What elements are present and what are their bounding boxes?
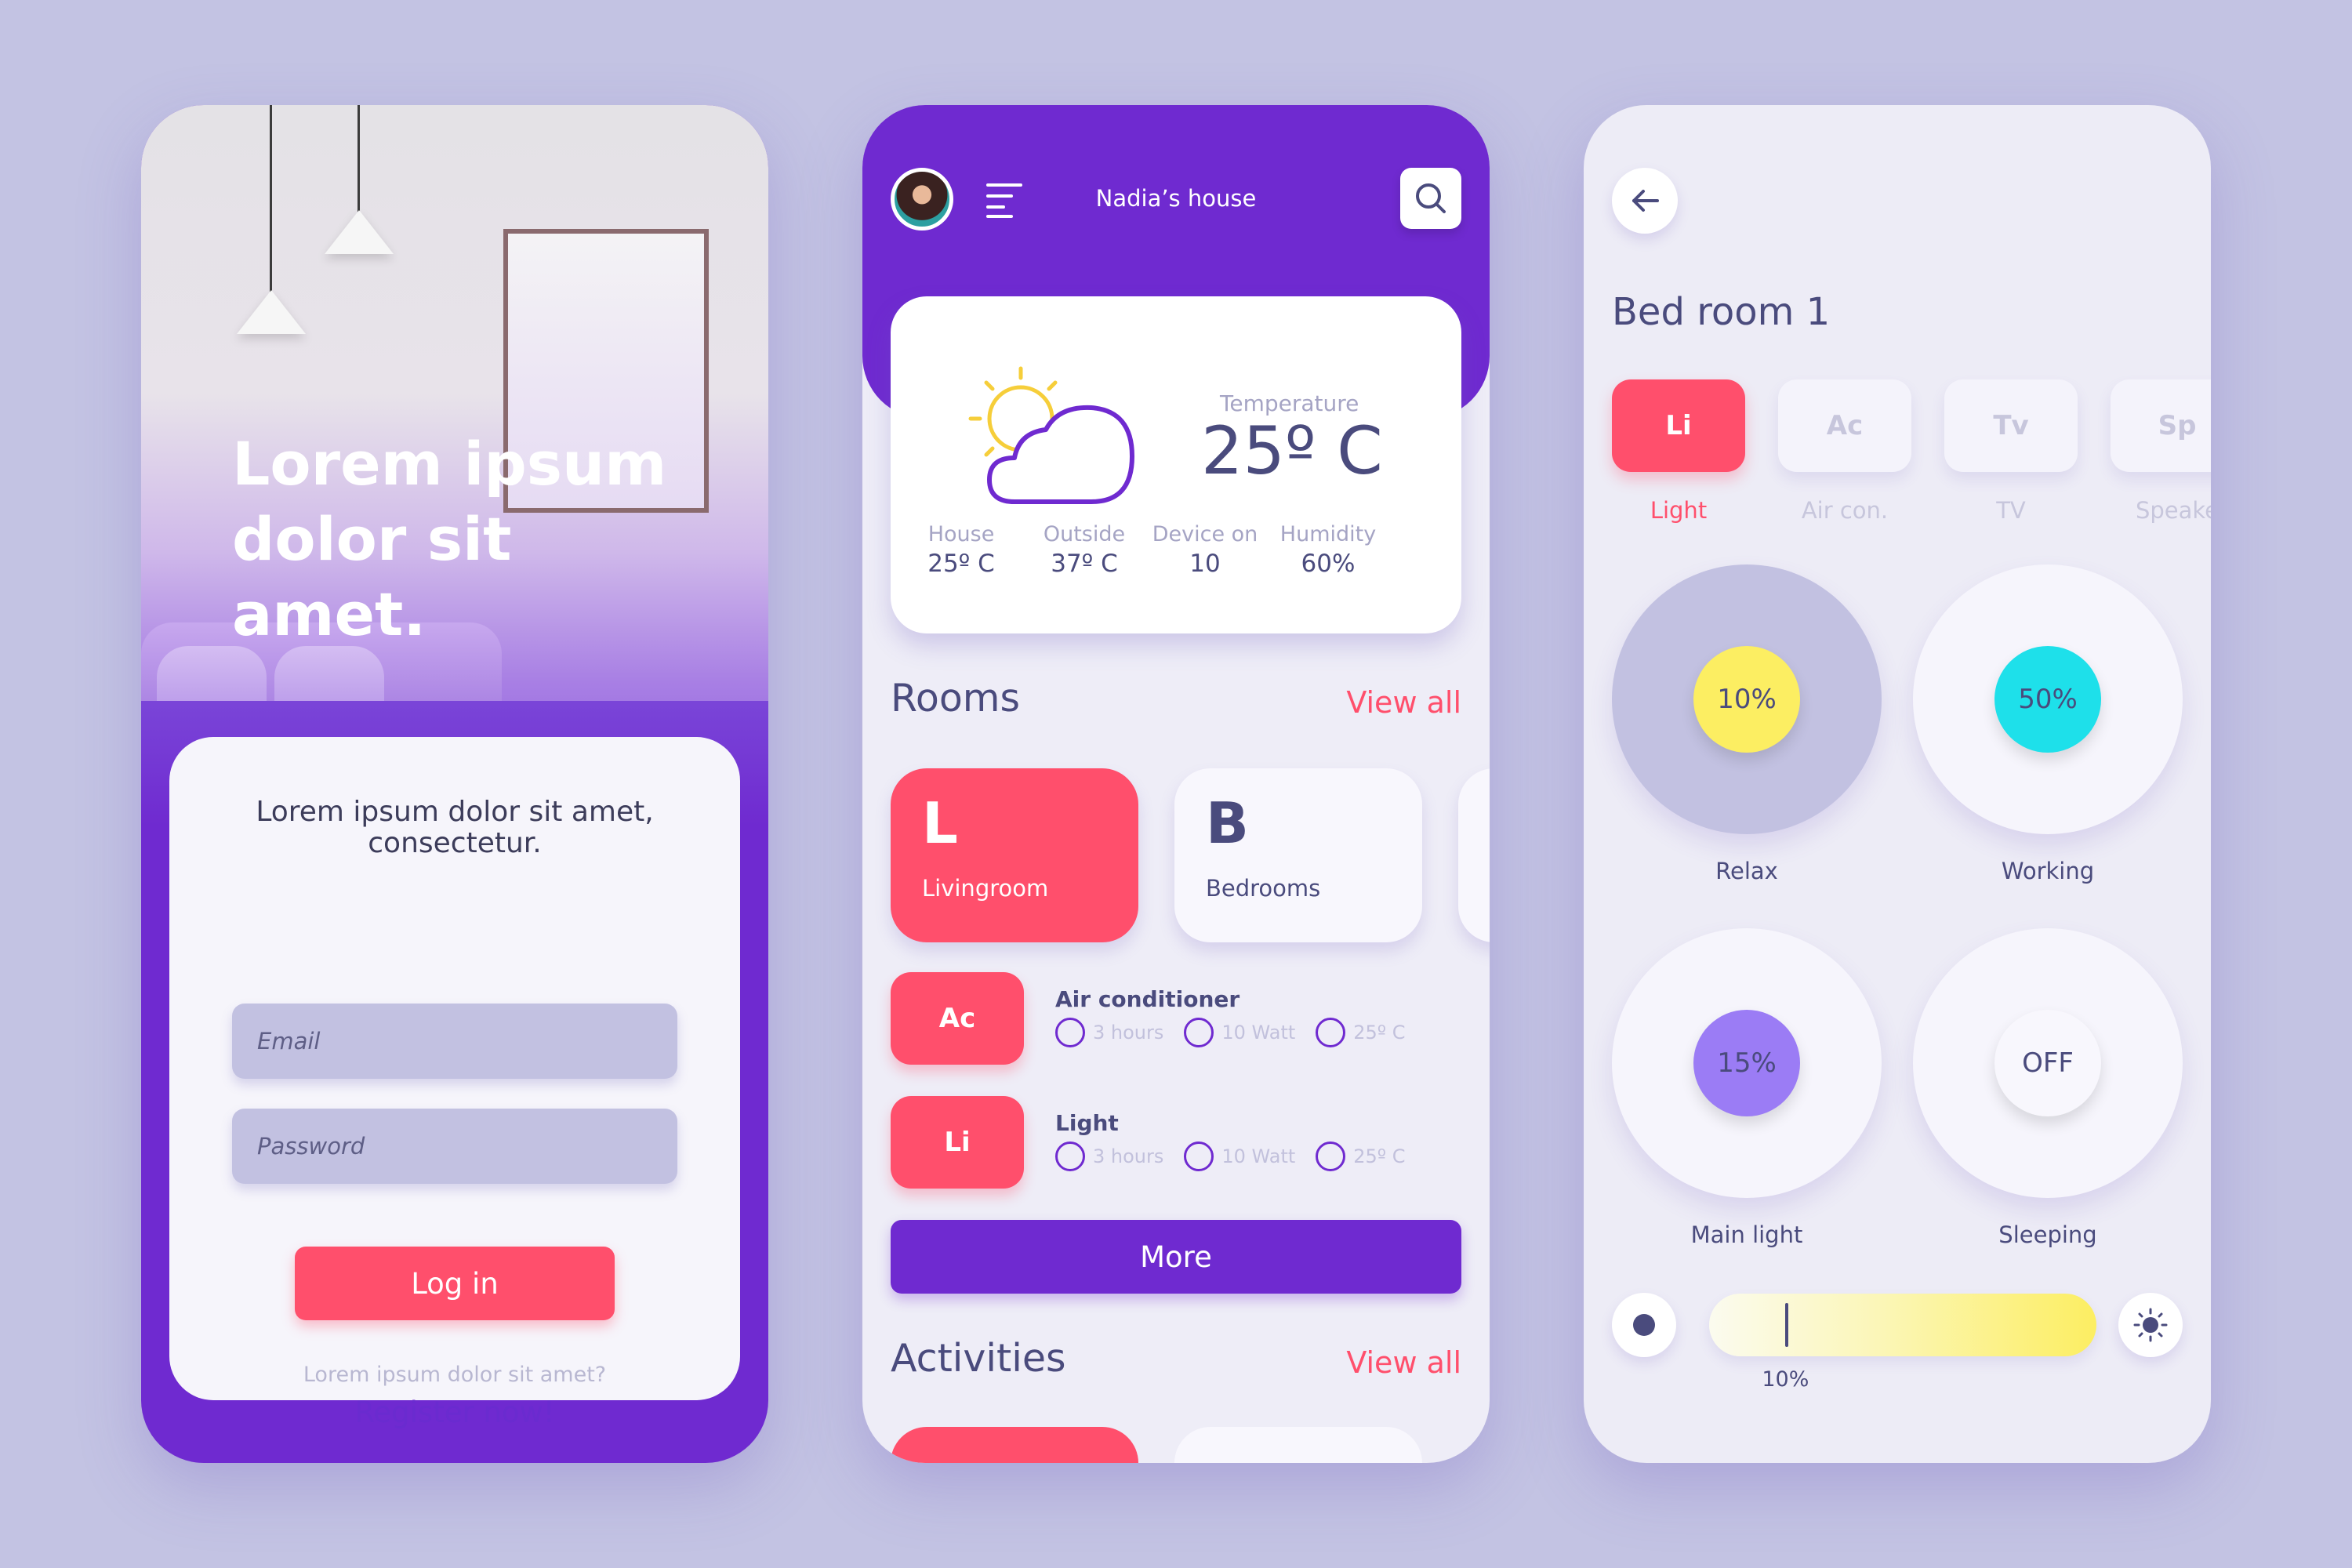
- room-card-livingroom[interactable]: L Livingroom: [891, 768, 1138, 942]
- clock-icon: [1055, 1018, 1085, 1047]
- back-button[interactable]: [1612, 168, 1678, 234]
- hero-title: Lorem ipsum dolor sit amet.: [232, 429, 667, 649]
- mode-sleeping[interactable]: OFF: [1913, 928, 2183, 1198]
- sun-icon: [2133, 1308, 2168, 1342]
- mode-working[interactable]: 50%: [1913, 564, 2183, 834]
- mode-relax-label: Relax: [1715, 858, 1778, 884]
- device-meta: 3 hours 10 Watt 25º C: [1055, 1142, 1406, 1171]
- tab-speaker-label: Speake: [2135, 497, 2211, 524]
- tab-tv[interactable]: Tv: [1944, 379, 2078, 472]
- pendant-lamp: [325, 210, 394, 254]
- mode-main-light-knob: 15%: [1693, 1010, 1800, 1116]
- email-field[interactable]: [232, 1004, 677, 1079]
- mode-relax-knob: 10%: [1693, 646, 1800, 753]
- device-badge-ac[interactable]: Ac: [891, 972, 1024, 1065]
- tab-tv-label: TV: [1996, 497, 2026, 524]
- device-name: Light: [1055, 1110, 1119, 1136]
- stat-outside: Outside 37º C: [1043, 522, 1126, 578]
- mode-relax[interactable]: 10%: [1612, 564, 1882, 834]
- room-card-bedrooms[interactable]: B Bedrooms: [1174, 768, 1422, 942]
- house-title: Nadia’s house: [1095, 185, 1257, 212]
- device-meta: 3 hours 10 Watt 25º C: [1055, 1018, 1406, 1047]
- register-link[interactable]: Register now!: [169, 1396, 740, 1429]
- clock-icon: [1055, 1142, 1085, 1171]
- mode-sleeping-label: Sleeping: [1998, 1221, 2097, 1248]
- tab-speaker[interactable]: Sp: [2111, 379, 2211, 472]
- brightness-value: 10%: [1762, 1367, 1809, 1392]
- weather-card: Temperature 25º C House 25º C Outside 37º …: [891, 296, 1461, 633]
- dashboard-screen: Nadia’s house Temperature 25º C House 25º…: [862, 105, 1490, 1463]
- bright-button[interactable]: [2118, 1293, 2183, 1357]
- rooms-title: Rooms: [891, 676, 1021, 720]
- mode-main-light[interactable]: 15%: [1612, 928, 1882, 1198]
- device-name: Air conditioner: [1055, 986, 1240, 1012]
- power-icon: [1184, 1142, 1214, 1171]
- more-button[interactable]: More: [891, 1220, 1461, 1294]
- stat-humidity: Humidity 60%: [1279, 522, 1377, 578]
- search-button[interactable]: [1400, 168, 1461, 229]
- arrow-left-icon: [1632, 190, 1659, 212]
- mode-working-label: Working: [2001, 858, 2095, 884]
- device-badge-light[interactable]: Li: [891, 1096, 1024, 1189]
- login-intro-text: Lorem ipsum dolor sit amet, consectetur.: [256, 796, 654, 859]
- password-field-wrap: [232, 1109, 677, 1184]
- email-field-wrap: [232, 1004, 677, 1079]
- bedroom-screen: Bed room 1 Li Light Ac Air con. Tv TV Sp…: [1584, 105, 2211, 1463]
- thermometer-icon: [1316, 1142, 1346, 1171]
- moon-dot-icon: [1633, 1314, 1655, 1336]
- room-card-more[interactable]: [1458, 768, 1490, 942]
- stat-device-on: Device on 10: [1152, 522, 1258, 578]
- activity-card[interactable]: [1174, 1427, 1422, 1463]
- power-icon: [1184, 1018, 1214, 1047]
- mode-working-knob: 50%: [1994, 646, 2101, 753]
- dim-button[interactable]: [1612, 1293, 1676, 1357]
- pendant-lamp: [237, 290, 306, 334]
- tab-air-con[interactable]: Ac: [1778, 379, 1911, 472]
- login-card: Lorem ipsum dolor sit amet, consectetur.…: [169, 737, 740, 1429]
- forgot-text[interactable]: Lorem ipsum dolor sit amet?: [169, 1363, 740, 1387]
- stat-house: House 25º C: [927, 522, 995, 578]
- partly-cloudy-icon: [968, 366, 1134, 504]
- activities-title: Activities: [891, 1336, 1066, 1381]
- tab-light[interactable]: Li: [1612, 379, 1745, 472]
- activity-card[interactable]: [891, 1427, 1138, 1463]
- password-field[interactable]: [232, 1109, 677, 1184]
- search-icon: [1416, 183, 1446, 213]
- login-button[interactable]: Log in: [295, 1247, 615, 1320]
- mode-sleeping-knob: OFF: [1994, 1010, 2101, 1116]
- temperature-value: 25º C: [1201, 412, 1383, 489]
- activities-view-all-link[interactable]: View all: [1346, 1345, 1461, 1380]
- tab-light-label: Light: [1650, 497, 1708, 524]
- tab-air-con-label: Air con.: [1801, 497, 1889, 524]
- thermometer-icon: [1316, 1018, 1346, 1047]
- brightness-slider[interactable]: [1709, 1294, 2096, 1356]
- mode-main-light-label: Main light: [1690, 1221, 1803, 1248]
- slider-thumb[interactable]: [1785, 1303, 1789, 1347]
- login-screen: Lorem ipsum dolor sit amet. Lorem ipsum …: [141, 105, 768, 1463]
- room-title: Bed room 1: [1612, 290, 1831, 334]
- rooms-view-all-link[interactable]: View all: [1346, 685, 1461, 720]
